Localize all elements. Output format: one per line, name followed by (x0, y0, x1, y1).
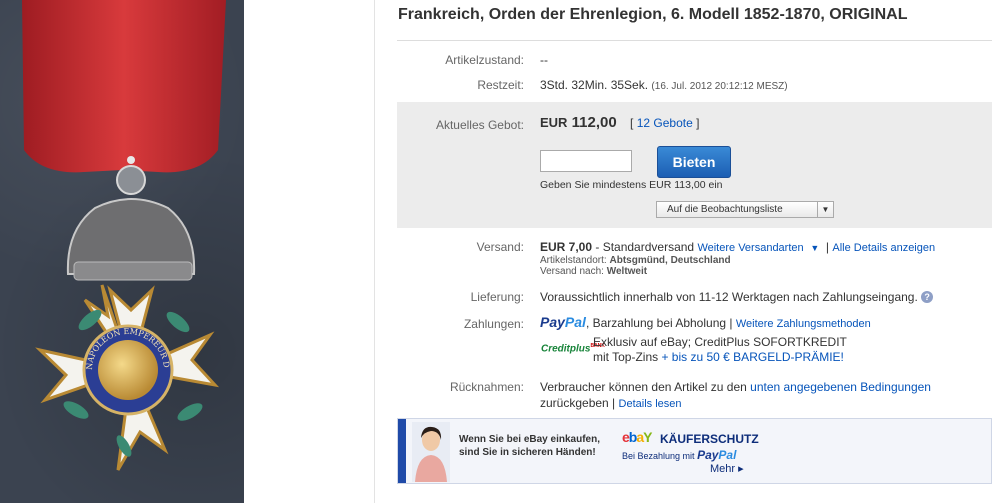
bid-currency: EUR (540, 115, 568, 130)
returns-text-2: zurückgeben | (540, 396, 616, 410)
returns-line2: zurückgeben | Details lesen (540, 396, 682, 410)
time-left-value: 3Std. 32Min. 35Sek. (16. Jul. 2012 20:12… (540, 78, 788, 92)
banner-line2: sind Sie in sicheren Händen! (459, 447, 596, 458)
payment-methods: PayPal, Barzahlung bei Abholung | Weiter… (540, 314, 871, 330)
title-rule (397, 40, 992, 41)
location-value: Abtsgmünd, Deutschland (609, 255, 731, 266)
chevron-down-icon[interactable]: ▼ (817, 202, 833, 217)
banner-stripe (398, 419, 406, 483)
returns-conditions-link[interactable]: unten angegebenen Bedingungen (750, 380, 931, 394)
bid-amount-input[interactable] (540, 150, 632, 172)
bid-count-bracket-close: ] (696, 116, 700, 130)
current-bid: EUR 112,00 [ 12 Gebote ] (540, 114, 699, 131)
payment-label: Zahlungen: (463, 317, 524, 331)
help-icon[interactable]: ? (921, 291, 934, 303)
creditplus-line1[interactable]: Exklusiv auf eBay; CreditPlus SOFORTKRED… (593, 335, 847, 349)
shipping-separator: | (825, 240, 830, 254)
returns-text: Verbraucher können den Artikel zu den (540, 380, 751, 394)
item-title: Frankreich, Orden der Ehrenlegion, 6. Mo… (398, 6, 908, 23)
ring (116, 165, 146, 195)
time-left-end: (16. Jul. 2012 20:12:12 MESZ) (651, 81, 788, 92)
medallion-portrait (98, 340, 158, 400)
shipping-price: EUR 7,00 (540, 240, 593, 254)
banner-text: Wenn Sie bei eBay einkaufen, sind Sie in… (459, 433, 600, 459)
buyer-protection-title: KÄUFERSCHUTZ (660, 432, 759, 446)
returns-label: Rücknahmen: (449, 380, 524, 394)
crown-band (73, 261, 193, 281)
time-left-label: Restzeit: (477, 78, 524, 92)
watchlist-button[interactable]: Auf die Beobachtungsliste ▼ (656, 201, 834, 218)
paypal-note-text: Bei Bezahlung mit (622, 451, 695, 461)
banner-line1: Wenn Sie bei eBay einkaufen, (459, 434, 600, 445)
delivery-info: Voraussichtlich innerhalb von 11-12 Werk… (540, 290, 934, 304)
ships-to: Versand nach: Weltweit (540, 266, 647, 277)
woman-photo (412, 422, 450, 482)
paypal-note: Bei Bezahlung mit PayPal (622, 448, 736, 462)
condition-value: -- (540, 53, 548, 67)
item-location: Artikelstandort: Abtsgmünd, Deutschland (540, 255, 731, 266)
returns-details-link[interactable]: Details lesen (619, 398, 682, 410)
ships-to-label: Versand nach: (540, 266, 604, 277)
bid-count-bracket-open: [ (630, 116, 634, 130)
medal-illustration: NAPOLEON EMPEREUR DES FRANCAIS (0, 0, 226, 471)
more-shipping-link[interactable]: Weitere Versandarten (697, 242, 803, 254)
bid-count-link[interactable]: 12 Gebote (637, 116, 693, 130)
time-left-countdown: 3Std. 32Min. 35Sek. (540, 78, 649, 92)
creditplus-bonus: + bis zu 50 € BARGELD-PRÄMIE! (661, 350, 844, 364)
more-link[interactable]: Mehr ▸ (710, 462, 744, 475)
ships-to-value: Weltweit (606, 266, 648, 277)
buyer-protection-banner[interactable]: Wenn Sie bei eBay einkaufen, sind Sie in… (397, 418, 992, 484)
delivery-label: Lieferung: (470, 290, 524, 304)
ring-top (127, 156, 135, 164)
product-image[interactable]: NAPOLEON EMPEREUR DES FRANCAIS (0, 0, 244, 503)
bid-button[interactable]: Bieten (657, 146, 731, 178)
returns-line1: Verbraucher können den Artikel zu den un… (540, 380, 931, 394)
watchlist-label: Auf die Beobachtungsliste (667, 204, 783, 215)
divider (374, 0, 375, 503)
delivery-value: Voraussichtlich innerhalb von 11-12 Werk… (540, 290, 918, 304)
creditplus-line2-text: mit Top-Zins (593, 350, 662, 364)
min-bid-hint: Geben Sie mindestens EUR 113,00 ein (540, 179, 723, 191)
shipping-method: - Standardversand (592, 240, 695, 254)
caret-down-icon[interactable]: ▼ (810, 243, 819, 253)
creditplus-line2[interactable]: mit Top-Zins + bis zu 50 € BARGELD-PRÄMI… (593, 350, 844, 364)
ebay-logo: ebaY (622, 429, 653, 445)
bid-amount: 112,00 (571, 114, 617, 131)
shipping-label: Versand: (476, 240, 524, 254)
current-bid-label: Aktuelles Gebot: (435, 118, 524, 132)
more-payment-link[interactable]: Weitere Zahlungsmethoden (736, 318, 871, 330)
image-gutter (244, 0, 374, 503)
payment-other: , Barzahlung bei Abholung | (585, 316, 733, 330)
paypal-logo: PayPal (540, 314, 586, 330)
paypal-small-logo: PayPal (697, 448, 737, 462)
ribbon (22, 0, 226, 173)
location-label: Artikelstandort: (540, 255, 607, 266)
condition-label: Artikelzustand: (445, 53, 524, 67)
shipping-details-link[interactable]: Alle Details anzeigen (832, 242, 935, 254)
current-bid-price: EUR 112,00 (540, 114, 617, 131)
shipping-line: EUR 7,00 - Standardversand Weitere Versa… (540, 240, 935, 254)
